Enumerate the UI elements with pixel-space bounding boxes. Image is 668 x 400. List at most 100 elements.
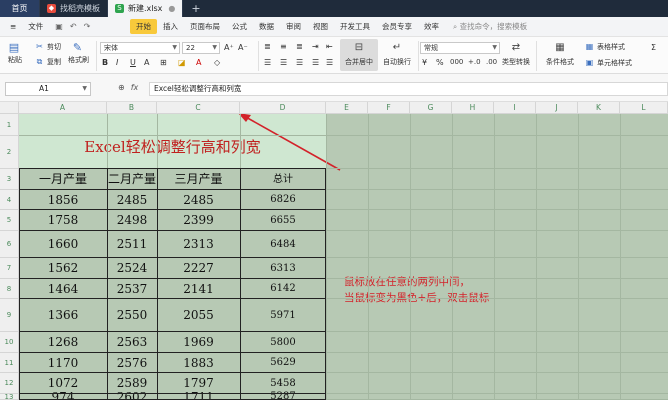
data-cell[interactable]: 1969 bbox=[157, 332, 240, 353]
font-name-select[interactable]: 宋体 ▼ bbox=[100, 42, 180, 54]
data-cell[interactable]: 2537 bbox=[107, 279, 157, 299]
decrease-font-icon[interactable]: A⁻ bbox=[238, 43, 248, 52]
column-label-cell[interactable]: 二月产量 bbox=[107, 169, 157, 190]
data-cell[interactable]: 2485 bbox=[157, 190, 240, 210]
data-cell[interactable]: 2576 bbox=[107, 353, 157, 373]
data-cell[interactable]: 1883 bbox=[157, 353, 240, 373]
data-cell[interactable]: 2563 bbox=[107, 332, 157, 353]
strikethrough-icon[interactable]: A bbox=[144, 58, 149, 67]
format-painter-button[interactable]: ✎ 格式刷 bbox=[68, 42, 89, 65]
data-cell[interactable]: 6142 bbox=[240, 279, 326, 299]
clear-format-icon[interactable]: ◇ bbox=[214, 58, 220, 67]
spreadsheet-grid[interactable]: Excel轻松调整行高和列宽 鼠标放在任意的两列中间， 当鼠标变为黑色+后，双击… bbox=[0, 102, 668, 400]
menu-page-layout[interactable]: 页面布局 bbox=[184, 21, 226, 32]
italic-icon[interactable]: I bbox=[116, 58, 118, 67]
increase-font-icon[interactable]: A⁺ bbox=[224, 43, 234, 52]
data-cell[interactable]: 2524 bbox=[107, 258, 157, 279]
decrease-decimal-icon[interactable]: .00 bbox=[486, 58, 497, 66]
redo-icon[interactable]: ↷ bbox=[84, 22, 91, 31]
thousands-icon[interactable]: 000 bbox=[450, 58, 463, 66]
column-header-f[interactable]: F bbox=[368, 102, 410, 114]
column-label-cell[interactable]: 总计 bbox=[240, 169, 326, 190]
column-label-cell[interactable]: 一月产量 bbox=[19, 169, 107, 190]
column-header-g[interactable]: G bbox=[410, 102, 452, 114]
align-right-icon[interactable]: ☰ bbox=[296, 58, 303, 67]
data-cell[interactable]: 5629 bbox=[240, 353, 326, 373]
data-cell[interactable]: 5971 bbox=[240, 299, 326, 332]
wrap-text-button[interactable]: ↵ 自动换行 bbox=[378, 39, 416, 71]
percent-icon[interactable]: % bbox=[436, 58, 444, 67]
tab-workbook[interactable]: S 新建.xlsx ● bbox=[108, 0, 184, 17]
menu-file[interactable]: 文件 bbox=[22, 21, 49, 32]
data-cell[interactable]: 1562 bbox=[19, 258, 107, 279]
row-header-4[interactable]: 4 bbox=[0, 190, 19, 210]
name-box[interactable]: A1 ▼ bbox=[5, 82, 91, 96]
data-cell[interactable]: 2498 bbox=[107, 210, 157, 231]
save-icon[interactable]: ▣ bbox=[55, 22, 63, 31]
menu-view[interactable]: 视图 bbox=[307, 21, 334, 32]
data-cell[interactable]: 2055 bbox=[157, 299, 240, 332]
fill-color-icon[interactable]: ◪ bbox=[178, 58, 186, 67]
data-cell[interactable]: 2399 bbox=[157, 210, 240, 231]
row-header-11[interactable]: 11 bbox=[0, 353, 19, 373]
menu-formulas[interactable]: 公式 bbox=[226, 21, 253, 32]
data-cell[interactable]: 1170 bbox=[19, 353, 107, 373]
tab-template[interactable]: ◆ 找稻壳模板 bbox=[40, 0, 108, 17]
close-tab-icon[interactable]: ● bbox=[168, 4, 175, 13]
data-cell[interactable]: 2550 bbox=[107, 299, 157, 332]
data-cell[interactable]: 1268 bbox=[19, 332, 107, 353]
menu-member[interactable]: 会员专享 bbox=[376, 21, 418, 32]
sum-button[interactable]: Σ bbox=[648, 43, 661, 53]
menu-data[interactable]: 数据 bbox=[253, 21, 280, 32]
row-header-1[interactable]: 1 bbox=[0, 114, 19, 136]
row-header-10[interactable]: 10 bbox=[0, 332, 19, 353]
data-cell[interactable]: 6313 bbox=[240, 258, 326, 279]
menu-start[interactable]: 开始 bbox=[130, 19, 157, 34]
data-cell[interactable]: 2485 bbox=[107, 190, 157, 210]
type-convert-button[interactable]: ⇄ 类型转换 bbox=[498, 39, 534, 71]
menu-developer[interactable]: 开发工具 bbox=[334, 21, 376, 32]
bold-icon[interactable]: B bbox=[102, 58, 108, 67]
row-header-9[interactable]: 9 bbox=[0, 299, 19, 332]
data-cell[interactable]: 1366 bbox=[19, 299, 107, 332]
data-cell[interactable]: 1758 bbox=[19, 210, 107, 231]
data-cell[interactable]: 6826 bbox=[240, 190, 326, 210]
row-header-3[interactable]: 3 bbox=[0, 169, 19, 190]
data-cell[interactable]: 1464 bbox=[19, 279, 107, 299]
justify-icon[interactable]: ☰ bbox=[312, 58, 319, 67]
undo-icon[interactable]: ↶ bbox=[70, 22, 77, 31]
row-header-2[interactable]: 2 bbox=[0, 136, 19, 169]
menu-efficiency[interactable]: 效率 bbox=[418, 21, 445, 32]
column-header-j[interactable]: J bbox=[536, 102, 578, 114]
column-header-a[interactable]: A bbox=[19, 102, 107, 114]
column-label-cell[interactable]: 三月产量 bbox=[157, 169, 240, 190]
column-header-c[interactable]: C bbox=[157, 102, 240, 114]
data-cell[interactable]: 6655 bbox=[240, 210, 326, 231]
copy-button[interactable]: ⧉ 复制 bbox=[34, 57, 61, 67]
data-cell[interactable]: 1660 bbox=[19, 231, 107, 258]
border-icon[interactable]: ⊞ bbox=[160, 58, 167, 67]
table-style-button[interactable]: ▦ 表格样式 bbox=[584, 42, 625, 52]
menu-review[interactable]: 审阅 bbox=[280, 21, 307, 32]
menu-insert[interactable]: 插入 bbox=[157, 21, 184, 32]
row-header-13[interactable]: 13 bbox=[0, 394, 19, 400]
column-header-i[interactable]: I bbox=[494, 102, 536, 114]
new-tab-button[interactable]: + bbox=[183, 0, 208, 17]
formula-input[interactable]: Excel轻松调整行高和列宽 bbox=[149, 82, 668, 96]
cut-button[interactable]: ✂ 剪切 bbox=[34, 42, 61, 52]
row-header-12[interactable]: 12 bbox=[0, 373, 19, 394]
data-cell[interactable]: 2313 bbox=[157, 231, 240, 258]
row-header-8[interactable]: 8 bbox=[0, 279, 19, 299]
hamburger-icon[interactable]: ≡ bbox=[4, 22, 22, 31]
cell-style-button[interactable]: ▣ 单元格样式 bbox=[584, 58, 632, 68]
data-cell[interactable]: 5800 bbox=[240, 332, 326, 353]
align-center-icon[interactable]: ☰ bbox=[280, 58, 287, 67]
row-header-5[interactable]: 5 bbox=[0, 210, 19, 231]
column-header-d[interactable]: D bbox=[240, 102, 326, 114]
data-cell[interactable]: 1856 bbox=[19, 190, 107, 210]
font-color-icon[interactable]: A bbox=[196, 58, 201, 67]
row-header-7[interactable]: 7 bbox=[0, 258, 19, 279]
paste-button[interactable]: ▤ 粘贴 bbox=[8, 42, 22, 65]
data-cell[interactable]: 2141 bbox=[157, 279, 240, 299]
column-header-l[interactable]: L bbox=[620, 102, 668, 114]
